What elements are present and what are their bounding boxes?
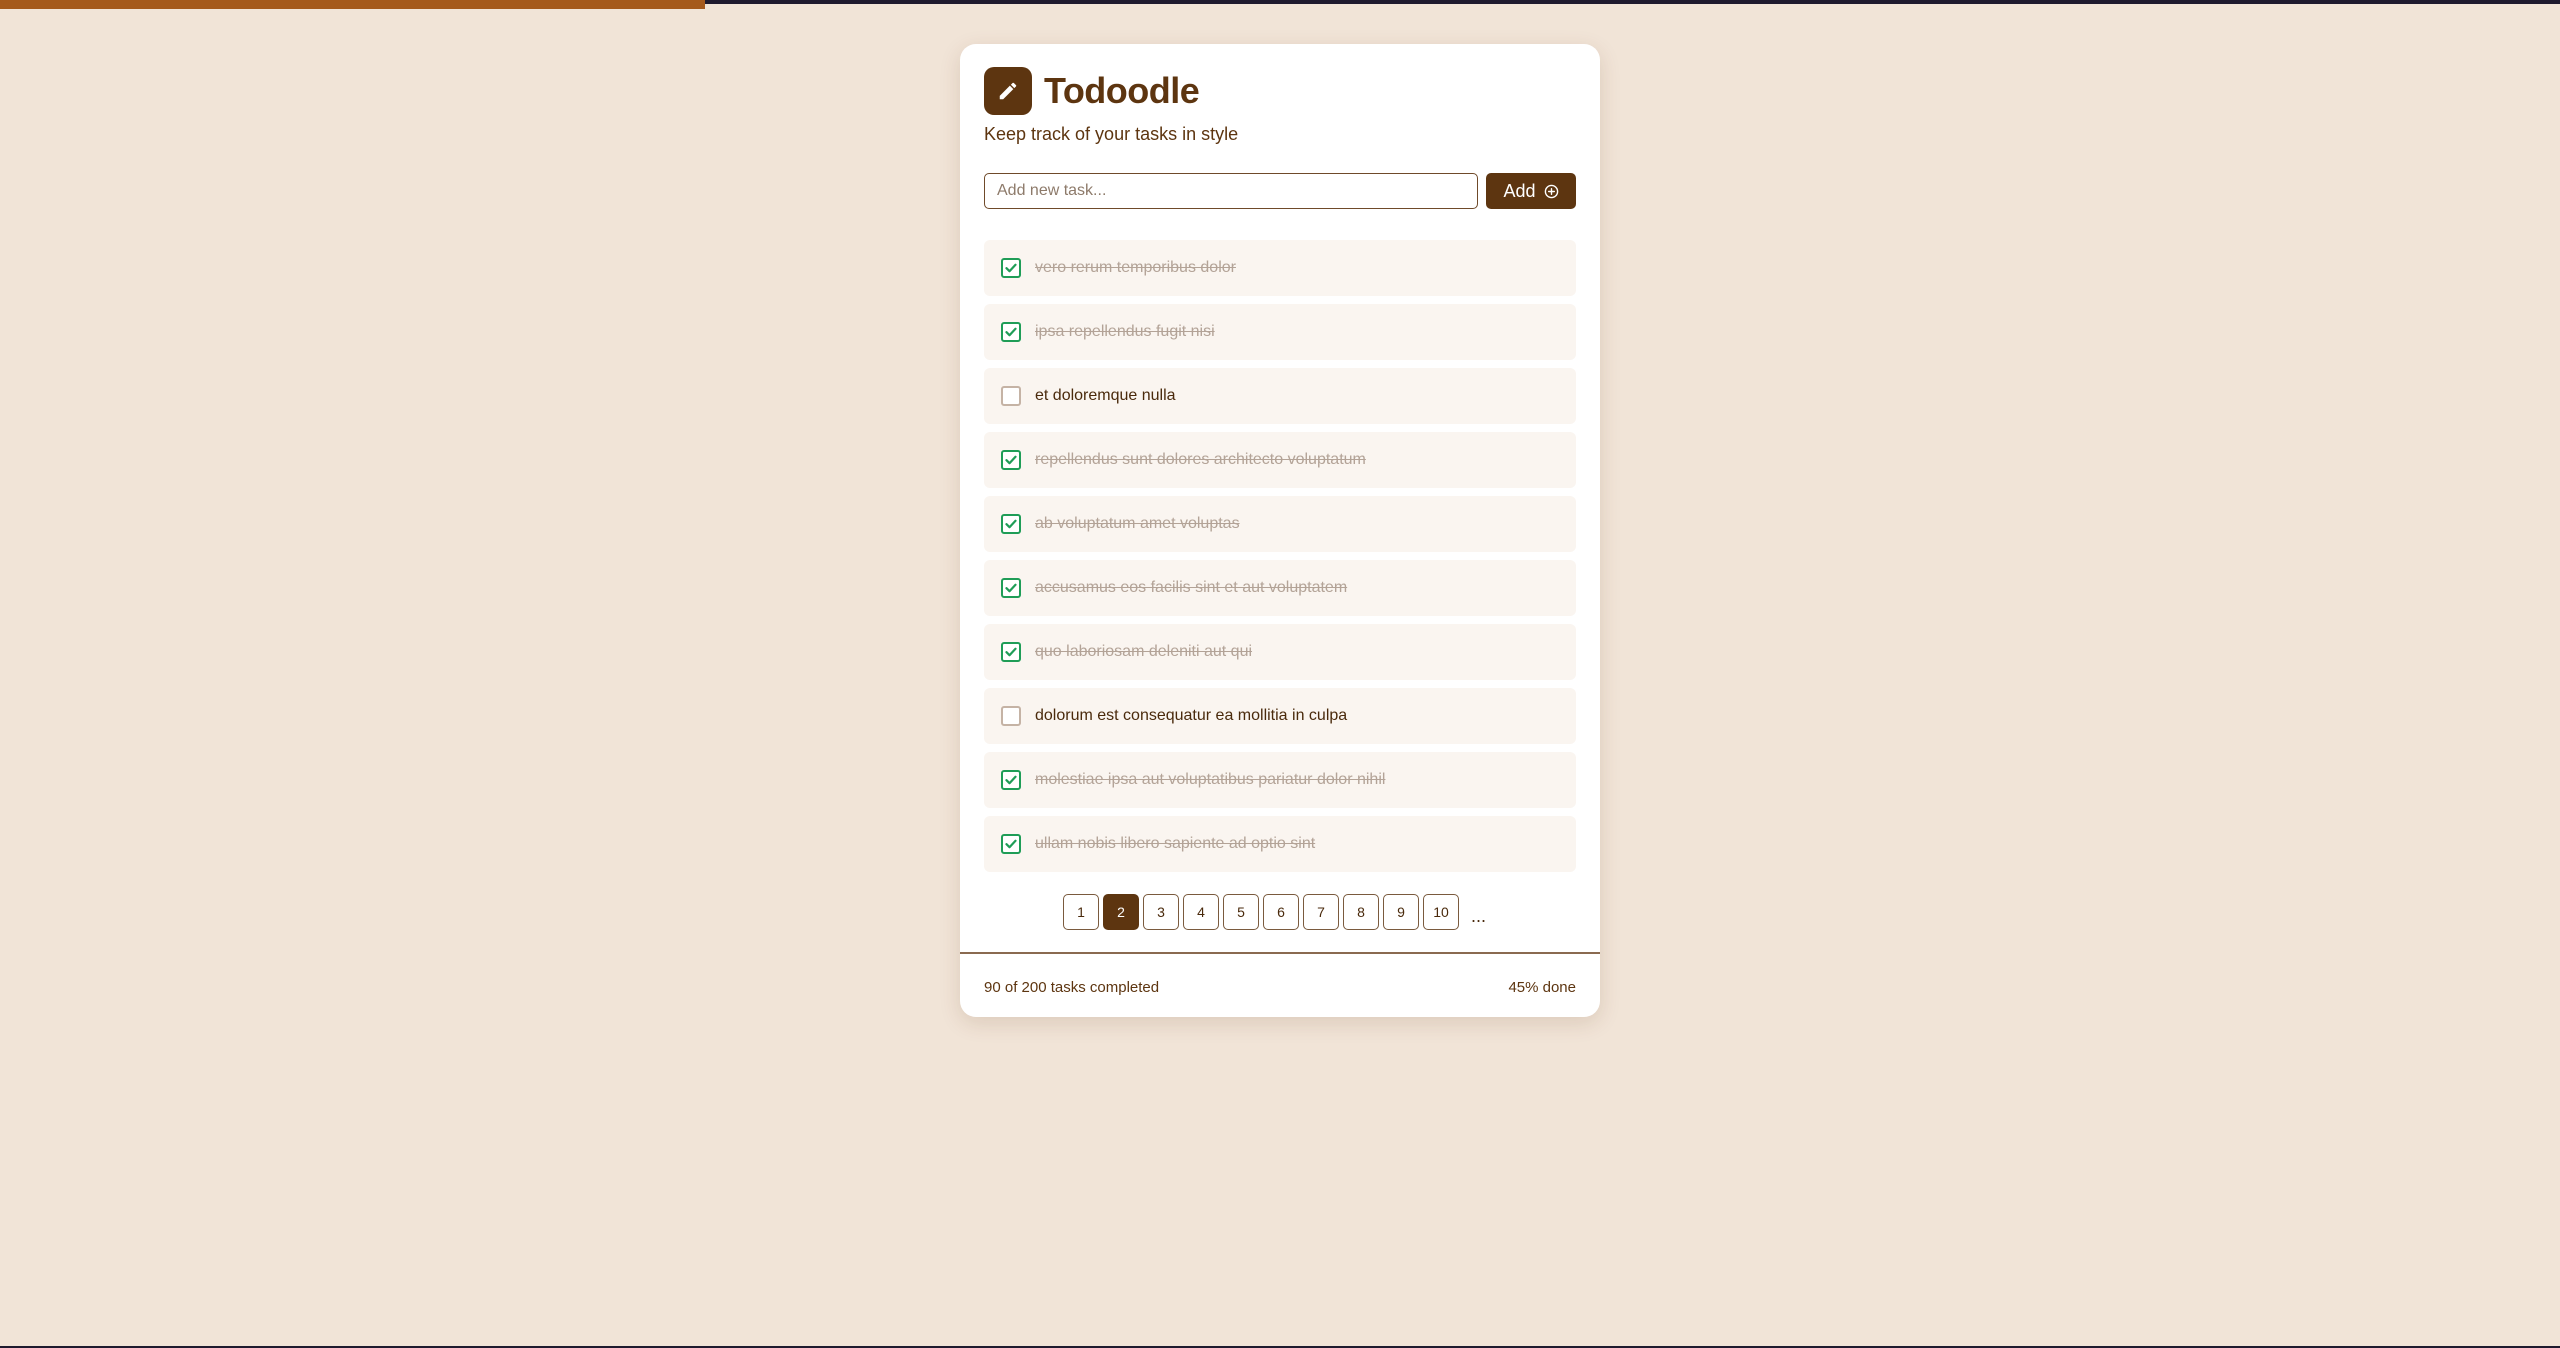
page-button-3[interactable]: 3 (1143, 894, 1179, 930)
page-button-8[interactable]: 8 (1343, 894, 1379, 930)
page-button-1[interactable]: 1 (1063, 894, 1099, 930)
task-text: repellendus sunt dolores architecto volu… (1035, 451, 1366, 468)
pencil-icon (984, 67, 1032, 115)
check-icon (1005, 263, 1017, 273)
tasks-completed-summary: 90 of 200 tasks completed (984, 979, 1160, 996)
todo-card: Todoodle Keep track of your tasks in sty… (960, 44, 1600, 1017)
task-checkbox[interactable] (1001, 258, 1021, 278)
page-button-6[interactable]: 6 (1263, 894, 1299, 930)
task-checkbox[interactable] (1001, 386, 1021, 406)
task-item[interactable]: ullam nobis libero sapiente ad optio sin… (984, 816, 1576, 872)
check-icon (1005, 455, 1017, 465)
task-text: vero rerum temporibus dolor (1035, 259, 1236, 276)
task-text: quo laboriosam deleniti aut qui (1035, 643, 1253, 660)
page-button-2[interactable]: 2 (1103, 894, 1139, 930)
task-text: dolorum est consequatur ea mollitia in c… (1035, 707, 1348, 724)
task-checkbox[interactable] (1001, 322, 1021, 342)
task-item[interactable]: et doloremque nulla (984, 368, 1576, 424)
page-button-9[interactable]: 9 (1383, 894, 1419, 930)
task-checkbox[interactable] (1001, 514, 1021, 534)
add-task-row: Add (984, 173, 1576, 209)
page-button-10[interactable]: 10 (1423, 894, 1459, 930)
task-text: ipsa repellendus fugit nisi (1035, 323, 1215, 340)
task-item[interactable]: ab voluptatum amet voluptas (984, 496, 1576, 552)
task-item[interactable]: molestiae ipsa aut voluptatibus pariatur… (984, 752, 1576, 808)
task-item[interactable]: ipsa repellendus fugit nisi (984, 304, 1576, 360)
check-icon (1005, 327, 1017, 337)
pagination-ellipsis: ... (1471, 905, 1487, 926)
page-button-7[interactable]: 7 (1303, 894, 1339, 930)
task-text: ab voluptatum amet voluptas (1035, 515, 1240, 532)
task-checkbox[interactable] (1001, 450, 1021, 470)
pagination: 1 2 3 4 5 6 7 8 9 10... (1063, 894, 1486, 930)
task-item[interactable]: accusamus eos facilis sint et aut volupt… (984, 560, 1576, 616)
task-checkbox[interactable] (1001, 578, 1021, 598)
check-icon (1005, 519, 1017, 529)
task-text: molestiae ipsa aut voluptatibus pariatur… (1035, 771, 1386, 788)
plus-circle-icon (1544, 184, 1559, 199)
task-checkbox[interactable] (1001, 706, 1021, 726)
task-text: et doloremque nulla (1035, 387, 1176, 404)
app-subtitle: Keep track of your tasks in style (984, 124, 1239, 144)
page-button-5[interactable]: 5 (1223, 894, 1259, 930)
app-title: Todoodle (1044, 70, 1200, 111)
percent-done: 45% done (1508, 979, 1576, 996)
check-icon (1005, 839, 1017, 849)
app-header: Todoodle (984, 67, 1200, 115)
progress-track (0, 0, 2560, 9)
footer-divider (960, 952, 1600, 954)
new-task-input[interactable] (984, 173, 1478, 209)
progress-fill (0, 0, 705, 9)
add-task-button[interactable]: Add (1486, 173, 1576, 209)
page-button-4[interactable]: 4 (1183, 894, 1219, 930)
task-text: ullam nobis libero sapiente ad optio sin… (1035, 835, 1316, 852)
task-item[interactable]: repellendus sunt dolores architecto volu… (984, 432, 1576, 488)
task-list: vero rerum temporibus dolor ipsa repellen… (984, 240, 1576, 880)
check-icon (1005, 583, 1017, 593)
task-checkbox[interactable] (1001, 642, 1021, 662)
task-checkbox[interactable] (1001, 770, 1021, 790)
check-icon (1005, 647, 1017, 657)
task-text: accusamus eos facilis sint et aut volupt… (1035, 579, 1348, 596)
task-item[interactable]: dolorum est consequatur ea mollitia in c… (984, 688, 1576, 744)
task-item[interactable]: quo laboriosam deleniti aut qui (984, 624, 1576, 680)
check-icon (1005, 775, 1017, 785)
task-item[interactable]: vero rerum temporibus dolor (984, 240, 1576, 296)
add-button-label: Add (1503, 180, 1536, 201)
task-checkbox[interactable] (1001, 834, 1021, 854)
